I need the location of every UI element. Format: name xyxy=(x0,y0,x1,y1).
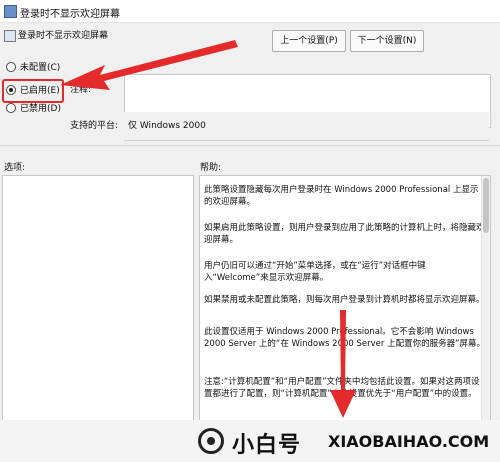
policy-header: 登录时不显示欢迎屏幕 xyxy=(0,22,500,56)
policy-setting-icon xyxy=(4,30,16,42)
help-label: 帮助: xyxy=(200,163,222,173)
help-paragraph: 此策略设置隐藏每次用户登录时在 Windows 2000 Professiona… xyxy=(204,185,479,207)
platform-value: 仅 Windows 2000 xyxy=(128,121,206,131)
help-paragraph: 用户仍旧可以通过“开始”菜单选择，或在“运行”对话框中键入“Welcome”来显… xyxy=(204,261,426,283)
enabled-highlight-box xyxy=(2,79,64,103)
help-paragraph: 注意:“计算机配置”和“用户配置”文件夹中均包括此设置。如果对这两项设置都进行了… xyxy=(204,377,480,399)
next-setting-button[interactable]: 下一个设置(N) xyxy=(350,30,424,52)
radio-circle[interactable] xyxy=(6,61,16,72)
previous-setting-button[interactable]: 上一个设置(P) xyxy=(272,30,346,52)
options-label: 选项: xyxy=(4,163,26,173)
comment-label: 注释: xyxy=(70,85,92,95)
section-divider xyxy=(0,145,500,146)
radio-not-configured[interactable]: 未配置(C) xyxy=(6,60,60,73)
policy-window-icon xyxy=(4,5,17,18)
watermark-brand: 小白号 xyxy=(232,433,302,458)
watermark-bar: 小白号 XIAOBAIHAO.COM xyxy=(0,420,500,462)
help-paragraph: 如果启用此策略设置，则用户登录到应用了此策略的计算机上时，将隐藏欢迎屏幕。 xyxy=(204,223,485,245)
help-paragraph: 此设置仅适用于 Windows 2000 Professional。它不会影响 … xyxy=(204,327,485,349)
policy-name: 登录时不显示欢迎屏幕 xyxy=(18,31,109,41)
help-paragraph: 如果禁用或未配置此策略，则每次用户登录到计算机时都将显示欢迎屏幕。 xyxy=(204,295,485,305)
help-scrollbar[interactable] xyxy=(481,176,490,441)
radio-circle[interactable] xyxy=(6,102,16,113)
radio-label: 未配置(C) xyxy=(20,63,61,73)
watermark-url: XIAOBAIHAO.COM xyxy=(328,432,490,451)
platform-field: 仅 Windows 2000 xyxy=(124,112,489,141)
platform-label: 支持的平台: xyxy=(70,121,119,131)
scroll-thumb[interactable] xyxy=(483,178,489,233)
options-panel xyxy=(2,175,194,442)
title-bar: 登录时不显示欢迎屏幕 xyxy=(0,0,500,23)
watermark-logo-icon xyxy=(198,428,224,454)
help-panel: 此策略设置隐藏每次用户登录时在 Windows 2000 Professiona… xyxy=(199,175,491,442)
window-title: 登录时不显示欢迎屏幕 xyxy=(20,9,120,20)
